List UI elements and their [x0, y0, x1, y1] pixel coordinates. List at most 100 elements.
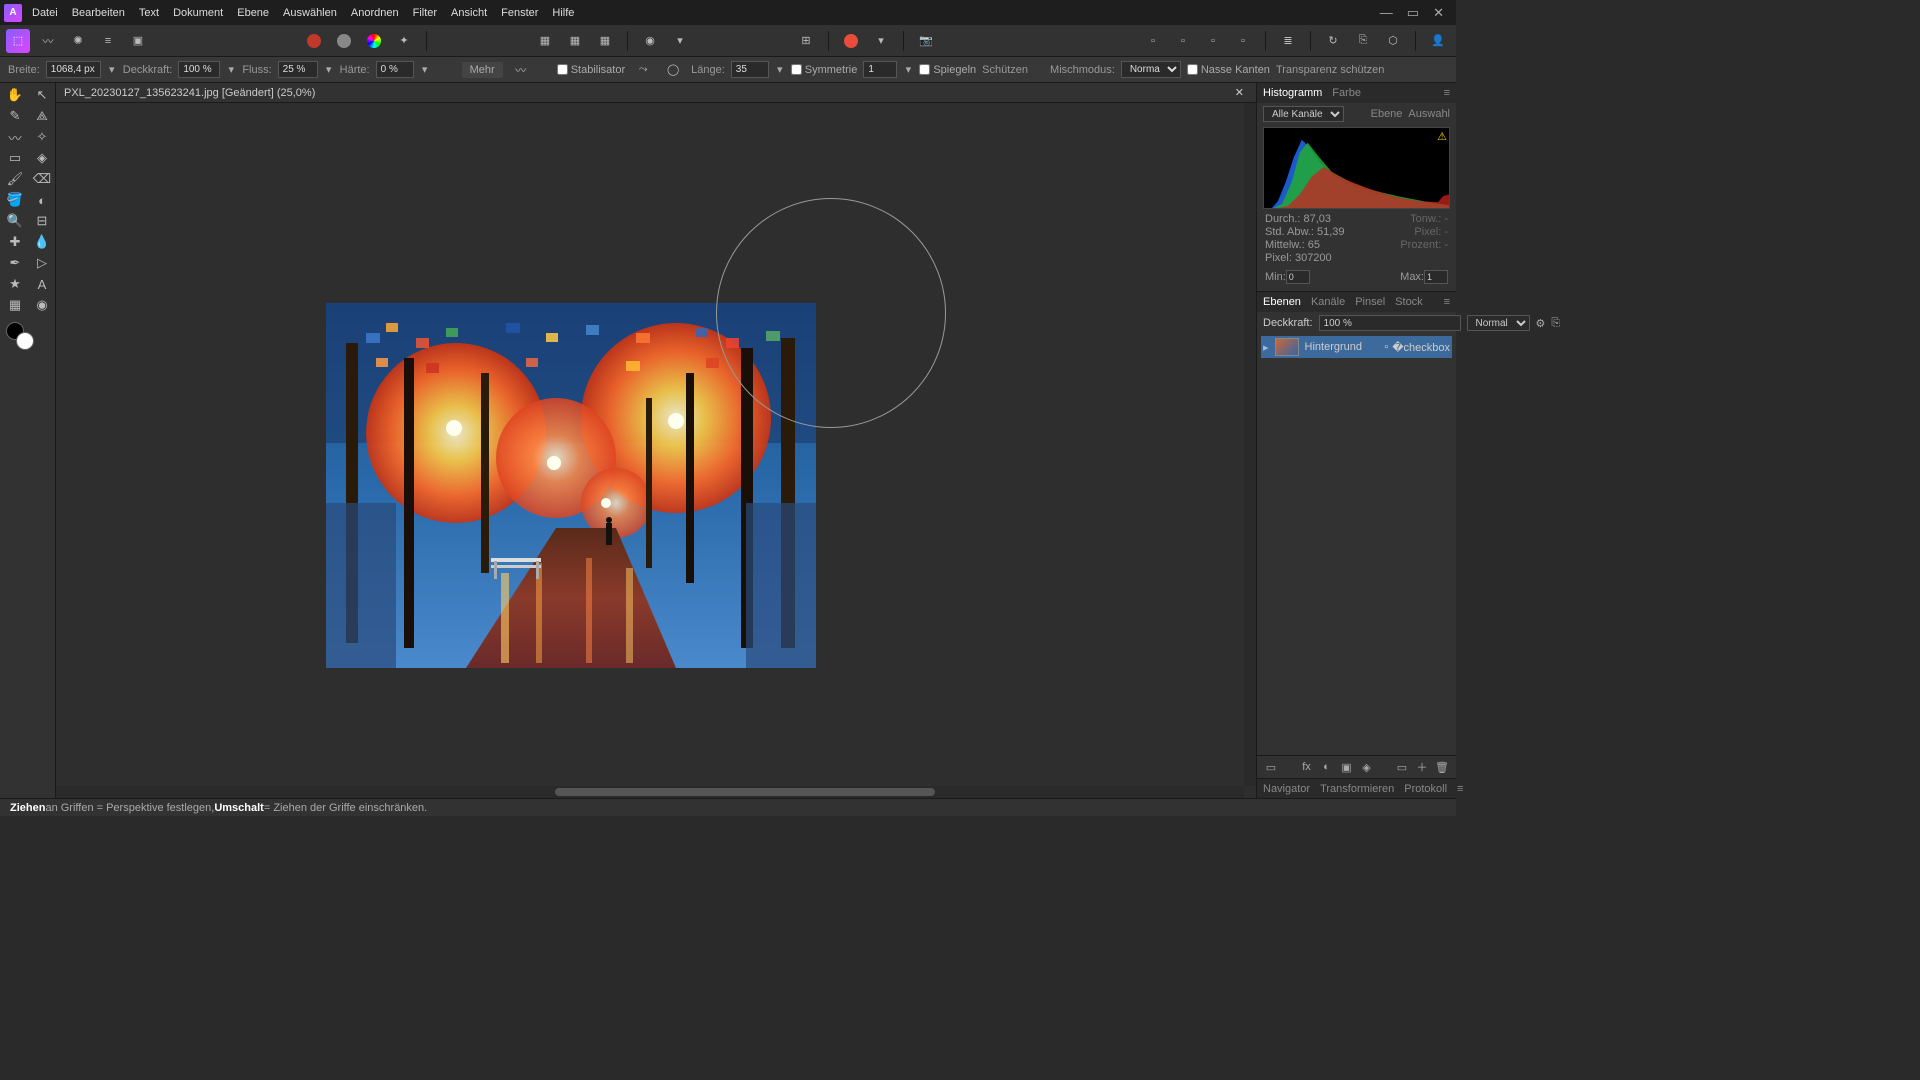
- zoom-tool[interactable]: 🔍: [2, 211, 28, 231]
- camera-icon[interactable]: 📷: [914, 29, 938, 53]
- tab-navigator[interactable]: Navigator: [1263, 783, 1310, 795]
- min-input[interactable]: [1286, 270, 1310, 284]
- paint-brush-tool[interactable]: 🖌: [2, 169, 28, 189]
- align-center-icon[interactable]: ▦: [563, 29, 587, 53]
- shape-tool[interactable]: ★: [2, 274, 28, 294]
- close-icon[interactable]: ✕: [1433, 5, 1444, 21]
- arrange-4-icon[interactable]: ▫: [1231, 29, 1255, 53]
- chevron-down-icon[interactable]: ▾: [775, 63, 785, 76]
- fluss-input[interactable]: [278, 61, 318, 78]
- panel-menu-icon[interactable]: ≡: [1457, 783, 1463, 795]
- maximize-icon[interactable]: ▭: [1407, 5, 1419, 21]
- chevron-down-icon[interactable]: ▾: [226, 63, 236, 76]
- canvas[interactable]: [56, 103, 1244, 786]
- quickmask-icon[interactable]: ◉: [638, 29, 662, 53]
- chevron-down-icon[interactable]: ▾: [869, 29, 893, 53]
- layer-row[interactable]: ▸ Hintergrund ▫ �checkbox: [1261, 336, 1452, 358]
- hand-tool[interactable]: ✋: [2, 85, 28, 105]
- breite-input[interactable]: [46, 61, 101, 78]
- chevron-down-icon[interactable]: ▾: [324, 63, 334, 76]
- chevron-down-icon[interactable]: ▾: [107, 63, 117, 76]
- chevron-down-icon[interactable]: ▾: [903, 63, 913, 76]
- gear-icon[interactable]: ⚙: [1536, 315, 1546, 331]
- warning-icon[interactable]: ⚠: [1437, 130, 1447, 143]
- color-swatches[interactable]: [2, 322, 55, 350]
- deckkraft-input[interactable]: [178, 61, 220, 78]
- link-icon[interactable]: ⎘: [1551, 315, 1560, 331]
- foreground-color-swatch[interactable]: [16, 332, 34, 350]
- swatch-rainbow-icon[interactable]: [362, 29, 386, 53]
- mask-layer-icon[interactable]: ▣: [1339, 759, 1355, 775]
- menu-text[interactable]: Text: [139, 7, 159, 19]
- account-icon[interactable]: 👤: [1426, 29, 1450, 53]
- tab-ebenen[interactable]: Ebenen: [1263, 296, 1301, 308]
- channels-select[interactable]: Alle Kanäle: [1263, 106, 1344, 122]
- text-tool[interactable]: A: [29, 274, 55, 294]
- auswahl-button[interactable]: Auswahl: [1408, 108, 1450, 120]
- spiegeln-check[interactable]: Spiegeln: [919, 64, 976, 76]
- haerte-input[interactable]: [376, 61, 414, 78]
- order-icon[interactable]: ≣: [1276, 29, 1300, 53]
- fill-tool[interactable]: 🪣: [2, 190, 28, 210]
- snapping-icon[interactable]: ⊞: [794, 29, 818, 53]
- delete-layer-icon[interactable]: 🗑: [1434, 759, 1450, 775]
- tab-transformieren[interactable]: Transformieren: [1320, 783, 1394, 795]
- panel-menu-icon[interactable]: ≡: [1444, 296, 1450, 308]
- tab-kanaele[interactable]: Kanäle: [1311, 296, 1345, 308]
- menu-anordnen[interactable]: Anordnen: [351, 7, 399, 19]
- mischmodus-select[interactable]: Normal: [1121, 61, 1181, 78]
- sync-2-icon[interactable]: ⎘: [1351, 29, 1375, 53]
- mesh-tool[interactable]: ▦: [2, 295, 28, 315]
- close-tab-icon[interactable]: ✕: [1235, 86, 1244, 99]
- liquify-persona-icon[interactable]: 〰: [36, 29, 60, 53]
- symmetrie-input[interactable]: [863, 61, 897, 78]
- tab-protokoll[interactable]: Protokoll: [1404, 783, 1447, 795]
- symmetrie-check[interactable]: Symmetrie: [791, 64, 858, 76]
- align-left-icon[interactable]: ▦: [533, 29, 557, 53]
- fx-icon[interactable]: fx: [1299, 759, 1315, 775]
- layer-visibility-icon[interactable]: �checkbox: [1392, 341, 1450, 354]
- rope-icon[interactable]: ⤳: [631, 58, 655, 82]
- max-input[interactable]: [1424, 270, 1448, 284]
- layer-blend-select[interactable]: Normal: [1467, 315, 1530, 331]
- layer-expand-icon[interactable]: ▸: [1263, 341, 1269, 354]
- photo-persona-icon[interactable]: ⬚: [6, 29, 30, 53]
- export-persona-icon[interactable]: ▣: [126, 29, 150, 53]
- crop-tool[interactable]: ⟁: [29, 106, 55, 126]
- transparenz-label[interactable]: Transparenz schützen: [1276, 64, 1384, 76]
- tab-histogramm[interactable]: Histogramm: [1263, 87, 1322, 99]
- menu-hilfe[interactable]: Hilfe: [552, 7, 574, 19]
- menu-auswaehlen[interactable]: Auswählen: [283, 7, 337, 19]
- chevron-down-icon[interactable]: ▾: [668, 29, 692, 53]
- arrange-1-icon[interactable]: ▫: [1141, 29, 1165, 53]
- tab-pinsel[interactable]: Pinsel: [1355, 296, 1385, 308]
- sync-3-icon[interactable]: ⬡: [1381, 29, 1405, 53]
- blur-tool[interactable]: 💧: [29, 232, 55, 252]
- ebene-button[interactable]: Ebene: [1371, 108, 1403, 120]
- menu-bearbeiten[interactable]: Bearbeiten: [72, 7, 125, 19]
- stabilisator-check[interactable]: Stabilisator: [557, 64, 625, 76]
- mask-icon[interactable]: ▭: [1263, 759, 1279, 775]
- schuetzen-label[interactable]: Schützen: [982, 64, 1028, 76]
- dodge-tool[interactable]: ◐: [29, 190, 55, 210]
- nasse-kanten-check[interactable]: Nasse Kanten: [1187, 64, 1270, 76]
- menu-filter[interactable]: Filter: [413, 7, 437, 19]
- tab-farbe[interactable]: Farbe: [1332, 87, 1361, 99]
- swatch-red-icon[interactable]: [302, 29, 326, 53]
- menu-fenster[interactable]: Fenster: [501, 7, 538, 19]
- tone-persona-icon[interactable]: ≡: [96, 29, 120, 53]
- tab-stock[interactable]: Stock: [1395, 296, 1423, 308]
- arrange-2-icon[interactable]: ▫: [1171, 29, 1195, 53]
- node-tool[interactable]: ▷: [29, 253, 55, 273]
- chevron-down-icon[interactable]: ▾: [420, 63, 430, 76]
- menu-dokument[interactable]: Dokument: [173, 7, 223, 19]
- minimize-icon[interactable]: —: [1380, 5, 1393, 21]
- magic-wand-tool[interactable]: ✧: [29, 127, 55, 147]
- menu-ansicht[interactable]: Ansicht: [451, 7, 487, 19]
- live-filter-icon[interactable]: ◈: [1359, 759, 1375, 775]
- assistant-icon[interactable]: [839, 29, 863, 53]
- brush-settings-icon[interactable]: 〰: [509, 58, 533, 82]
- align-right-icon[interactable]: ▦: [593, 29, 617, 53]
- group-icon[interactable]: ▭: [1394, 759, 1410, 775]
- develop-persona-icon[interactable]: ✺: [66, 29, 90, 53]
